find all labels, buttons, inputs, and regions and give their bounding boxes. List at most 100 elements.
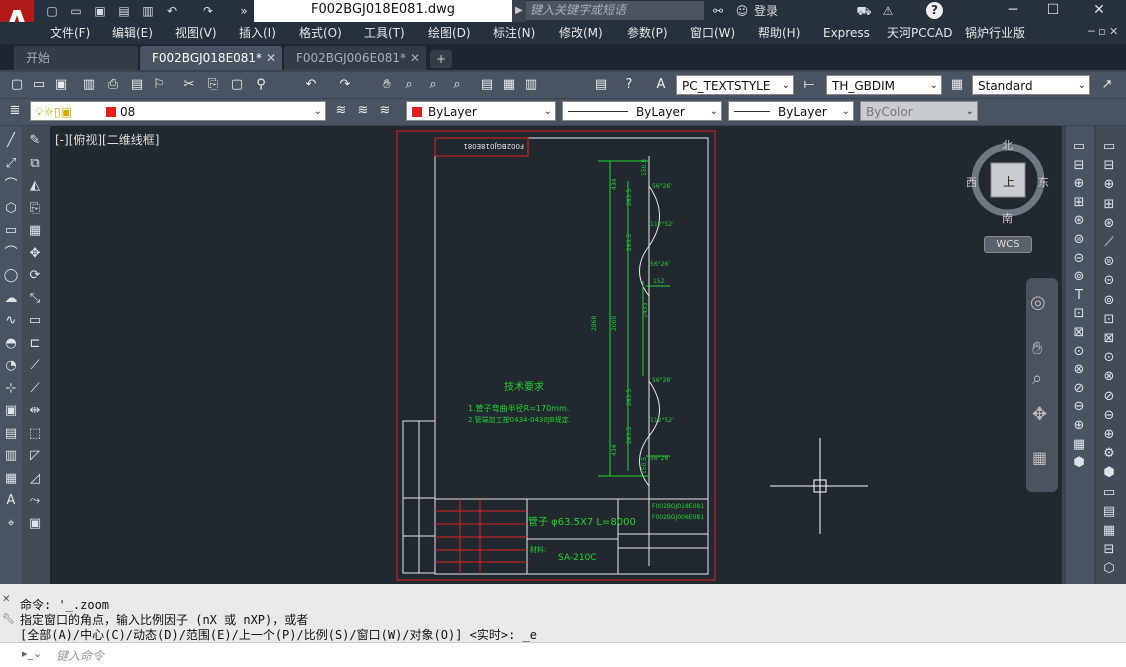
pccad-tool-4-icon[interactable]: ⊛ [1100, 215, 1118, 233]
search-input[interactable]: 键入关键字或短语 [526, 1, 704, 20]
doc-window-controls[interactable]: ─ ▫ ✕ [1088, 25, 1118, 38]
add-selected-icon[interactable]: ⌖ [2, 515, 20, 533]
dim-tool-12-icon[interactable]: ⊗ [1070, 361, 1088, 379]
saveas-icon[interactable]: ▤ [116, 3, 132, 19]
copy-icon[interactable]: ⎘ [204, 76, 222, 94]
chamfer-icon[interactable]: ⬚ [26, 425, 44, 443]
menu-11[interactable]: 帮助(H) [758, 22, 800, 44]
properties-icon[interactable]: ▤ [478, 76, 496, 94]
pccad-tool-8-icon[interactable]: ⊚ [1100, 292, 1118, 310]
tab-start[interactable]: 开始 [14, 46, 138, 70]
menu-2[interactable]: 视图(V) [175, 22, 217, 44]
dim-tool-0-icon[interactable]: ▭ [1070, 138, 1088, 156]
print-icon[interactable]: ▥ [140, 3, 156, 19]
menu-12[interactable]: Express [823, 22, 870, 44]
menu-6[interactable]: 绘图(D) [428, 22, 471, 44]
plot-preview-icon[interactable]: ⎙ [104, 76, 122, 94]
compass-north[interactable]: 北 [1002, 137, 1013, 153]
menu-1[interactable]: 编辑(E) [112, 22, 153, 44]
new-icon[interactable]: ▢ [44, 3, 60, 19]
close-icon[interactable]: ✕ [410, 46, 420, 70]
break-icon[interactable]: ⟋ [26, 380, 44, 398]
menu-9[interactable]: 参数(P) [627, 22, 668, 44]
array-icon[interactable]: ▦ [26, 222, 44, 240]
dim-tool-6-icon[interactable]: ⊝ [1070, 250, 1088, 268]
new-tab-button[interactable]: + [430, 50, 452, 68]
join-icon[interactable]: ⇹ [26, 402, 44, 420]
line-icon[interactable]: ╱ [2, 132, 20, 150]
plotstyle-combo[interactable]: ByColor ⌄ [860, 101, 978, 121]
table-style-icon[interactable]: ▦ [948, 76, 966, 94]
pccad-tool-14-icon[interactable]: ⊖ [1100, 407, 1118, 425]
dim-tool-7-icon[interactable]: ⊚ [1070, 268, 1088, 286]
binoculars-icon[interactable]: ⚯ [710, 3, 726, 19]
gradient-icon[interactable]: ▦ [2, 470, 20, 488]
compass-west[interactable]: 西 [966, 174, 977, 190]
new-icon[interactable]: ▢ [8, 76, 26, 94]
dim-tool-4-icon[interactable]: ⊛ [1070, 212, 1088, 230]
dim-tool-10-icon[interactable]: ⊠ [1070, 324, 1088, 342]
pccad-tool-22-icon[interactable]: ⬡ [1100, 560, 1118, 578]
arc-icon[interactable]: ⌒ [2, 245, 20, 263]
more-icon[interactable]: » [236, 3, 252, 19]
command-input[interactable]: 键入命令 [56, 647, 104, 664]
steering-wheel-icon[interactable]: ◎ [1030, 292, 1046, 313]
mtext-icon[interactable]: A [2, 492, 20, 510]
pccad-tool-17-icon[interactable]: ⬢ [1100, 464, 1118, 482]
pccad-tool-16-icon[interactable]: ⚙ [1100, 445, 1118, 463]
table-style-combo[interactable]: Standard ⌄ [972, 75, 1090, 95]
zoom-previous-icon[interactable]: ⌕ [448, 76, 466, 94]
save-icon[interactable]: ▣ [52, 76, 70, 94]
undo-icon[interactable]: ↶ [302, 76, 320, 94]
dim-tool-17-icon[interactable]: ⬢ [1070, 454, 1088, 472]
tab-F002BGJ018E081[interactable]: F002BGJ018E081* ✕ [140, 46, 282, 70]
user-icon[interactable]: ☺ [734, 3, 750, 19]
xline-icon[interactable]: ⤢ [2, 155, 20, 173]
cart-icon[interactable]: ⛟ [856, 3, 872, 19]
multileader-style-icon[interactable]: ↗ [1098, 76, 1116, 94]
close-icon[interactable]: ✕ [2, 594, 10, 605]
match-properties-icon[interactable]: ⚲ [252, 76, 270, 94]
redo-icon[interactable]: ↷ [200, 3, 216, 19]
menu-8[interactable]: 修改(M) [559, 22, 603, 44]
move-icon[interactable]: ✥ [26, 245, 44, 263]
pan-icon[interactable]: ✋︎ [1032, 338, 1042, 359]
dim-tool-3-icon[interactable]: ⊞ [1070, 194, 1088, 212]
fillet-icon[interactable]: ◸ [26, 447, 44, 465]
paste-icon[interactable]: ▢ [228, 76, 246, 94]
layer-iso-icon[interactable]: ≋ [376, 102, 394, 120]
3d-print-icon[interactable]: ⚐ [150, 76, 168, 94]
pccad-tool-9-icon[interactable]: ⊡ [1100, 311, 1118, 329]
insert-block-icon[interactable]: ⊹ [2, 380, 20, 398]
pccad-tool-0-icon[interactable]: ▭ [1100, 138, 1118, 156]
spline-icon[interactable]: ∿ [2, 312, 20, 330]
ellipse-icon[interactable]: ◓ [2, 335, 20, 353]
open-icon[interactable]: ▭ [68, 3, 84, 19]
pccad-tool-3-icon[interactable]: ⊞ [1100, 196, 1118, 214]
undo-icon[interactable]: ↶ [164, 3, 180, 19]
pan-icon[interactable]: ✋︎ [378, 76, 396, 94]
dim-tool-16-icon[interactable]: ▦ [1070, 436, 1088, 454]
polygon-icon[interactable]: ⬡ [2, 200, 20, 218]
chevron-right-icon[interactable]: ▶ [512, 0, 526, 22]
blend-icon[interactable]: ◿ [26, 470, 44, 488]
dim-tool-11-icon[interactable]: ⊙ [1070, 343, 1088, 361]
dim-tool-15-icon[interactable]: ⊕ [1070, 417, 1088, 435]
dim-tool-5-icon[interactable]: ⊜ [1070, 231, 1088, 249]
offset-icon[interactable]: ⎘ [26, 200, 44, 218]
login-link[interactable]: 登录 [754, 2, 778, 19]
dim-tool-14-icon[interactable]: ⊖ [1070, 398, 1088, 416]
pccad-tool-5-icon[interactable]: ⟋ [1100, 234, 1118, 252]
layer-previous-icon[interactable]: ≋ [354, 102, 372, 120]
pccad-tool-21-icon[interactable]: ⊟ [1100, 541, 1118, 559]
rotate-icon[interactable]: ⟳ [26, 267, 44, 285]
open-icon[interactable]: ▭ [30, 76, 48, 94]
color-combo[interactable]: ByLayer ⌄ [406, 101, 556, 121]
hatch-icon[interactable]: ▥ [2, 447, 20, 465]
publish-icon[interactable]: ▤ [128, 76, 146, 94]
dim-tool-1-icon[interactable]: ⊟ [1070, 157, 1088, 175]
dim-tool-9-icon[interactable]: ⊡ [1070, 305, 1088, 323]
help-button[interactable]: ? [926, 2, 943, 19]
circle-icon[interactable]: ◯ [2, 267, 20, 285]
close-button[interactable]: ✕ [1076, 0, 1122, 22]
